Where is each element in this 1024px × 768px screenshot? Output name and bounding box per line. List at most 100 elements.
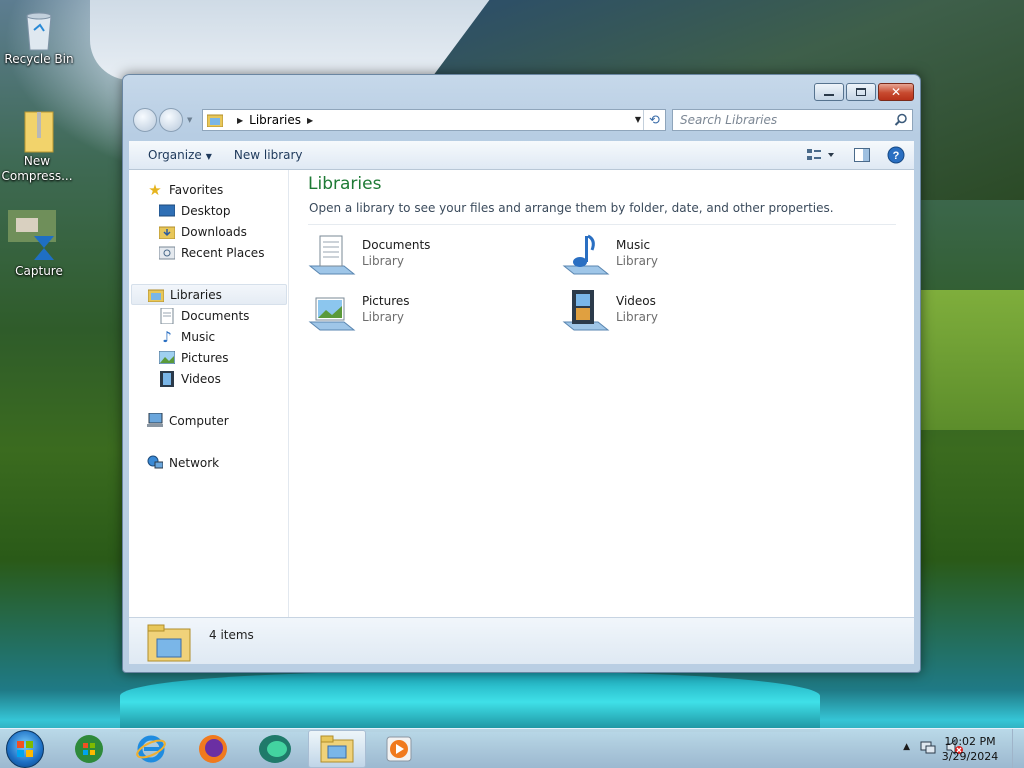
nav-label: Videos [181,371,221,386]
network-status-icon[interactable] [920,739,936,755]
nav-label: Desktop [181,203,231,218]
preview-pane-icon [854,148,870,162]
close-icon: ✕ [890,85,902,99]
library-music[interactable]: Music Library [562,232,802,282]
recycle-bin-icon [19,8,59,51]
nav-videos[interactable]: Videos [159,368,221,389]
divider [308,224,896,225]
content-pane: Libraries Open a library to see your fil… [290,170,914,617]
nav-label: Recent Places [181,245,265,260]
taskbar-media-center[interactable] [60,730,118,768]
taskbar-firefox[interactable] [184,730,242,768]
edge-icon [259,735,291,763]
window-controls: ✕ [814,83,914,101]
help-icon: ? [887,146,905,164]
help-button[interactable]: ? [886,145,906,165]
library-videos[interactable]: Videos Library [562,288,802,338]
nav-label: Documents [181,308,250,323]
downloads-icon [159,224,175,240]
nav-downloads[interactable]: Downloads [159,221,247,242]
library-type: Library [362,254,404,268]
clock-time: 10:02 PM [944,735,996,748]
library-pictures[interactable]: Pictures Library [308,288,548,338]
page-subtitle: Open a library to see your files and arr… [309,201,834,215]
breadcrumb-libraries[interactable]: Libraries [249,113,301,127]
nav-desktop[interactable]: Desktop [159,200,231,221]
library-type: Library [616,310,658,324]
library-documents[interactable]: Documents Library [308,232,548,282]
zip-folder-icon [19,110,59,153]
show-desktop-button[interactable] [1012,729,1024,768]
start-button[interactable] [6,730,44,768]
taskbar-internet-explorer[interactable] [122,730,180,768]
library-name: Pictures [362,294,410,308]
navigation-row: ▼ ▶ Libraries ▶ ▼ ⟲ Search Libraries [131,106,913,133]
back-button[interactable] [133,108,157,132]
minimize-button[interactable] [814,83,844,101]
nav-label: Favorites [169,182,224,197]
minimize-icon [824,88,834,96]
nav-pictures[interactable]: Pictures [159,347,229,368]
recent-pages-dropdown[interactable]: ▼ [187,116,194,124]
forward-button[interactable] [159,108,183,132]
nav-label: Music [181,329,216,344]
network-icon [147,455,163,471]
address-dropdown-icon[interactable]: ▼ [635,115,641,124]
item-count: 4 items [209,628,254,642]
library-type: Library [616,254,658,268]
library-name: Videos [616,294,656,308]
taskbar-media-player[interactable] [370,730,428,768]
search-icon[interactable] [894,113,908,127]
firefox-icon [199,735,227,763]
show-hidden-icons-icon[interactable]: ▲ [903,742,910,752]
preview-pane-button[interactable] [852,145,872,165]
desktop-icon-compressed-folder[interactable]: New Compress... [1,110,77,184]
videos-library-icon [562,290,610,331]
organize-label: Organize [148,148,202,162]
nav-music[interactable]: ♪ Music [159,326,215,347]
documents-icon [159,307,175,324]
videos-icon [159,370,175,387]
clock[interactable]: 10:02 PM 3/29/2024 [940,734,1000,764]
desktop-icon-recycle-bin[interactable]: Recycle Bin [1,8,77,67]
music-note-icon: ♪ [162,327,172,346]
chevron-down-icon: ▼ [205,152,212,161]
star-icon: ★ [148,180,162,199]
breadcrumb-arrow-icon[interactable]: ▶ [237,116,243,125]
windows-explorer-icon [320,735,354,763]
maximize-button[interactable] [846,83,876,101]
nav-label: Network [169,455,220,470]
view-options-icon [807,149,834,160]
organize-button[interactable]: Organize ▼ [139,148,221,162]
command-bar: Organize ▼ New library ? [129,141,914,170]
windows-logo-icon [17,741,33,757]
desktop-icon-label: Recycle Bin [4,52,74,66]
taskbar-edge[interactable] [246,730,304,768]
pictures-library-icon [308,297,356,331]
taskbar-windows-explorer[interactable] [308,730,366,768]
nav-computer[interactable]: Computer [147,410,229,431]
desktop-icon-capture[interactable]: Capture [1,208,77,279]
close-button[interactable]: ✕ [878,83,914,101]
nav-network[interactable]: Network [147,452,219,473]
new-library-button[interactable]: New library [225,148,312,162]
nav-favorites[interactable]: ★ Favorites [147,179,223,200]
library-type: Library [362,310,404,324]
clock-date: 3/29/2024 [941,750,999,763]
nav-documents[interactable]: Documents [159,305,249,326]
navigation-pane: ★ Favorites Desktop Downloads Recent Pla… [129,170,289,617]
refresh-icon[interactable]: ⟲ [643,110,665,130]
toolbar-right: ? [804,145,906,165]
new-library-label: New library [233,148,303,162]
address-bar[interactable]: ▶ Libraries ▶ ▼ ⟲ [202,109,666,131]
desktop-icon-label: New Compress... [1,154,73,183]
explorer-window: ✕ ▼ ▶ Libraries ▶ ▼ ⟲ Search Libraries O… [122,74,921,673]
change-view-button[interactable] [804,145,838,165]
nav-recent-places[interactable]: Recent Places [159,242,264,263]
nav-libraries[interactable]: Libraries [131,284,287,305]
breadcrumb-arrow-icon[interactable]: ▶ [307,116,313,125]
maximize-icon [856,88,866,96]
music-library-icon [562,234,610,275]
search-input[interactable]: Search Libraries [672,109,913,131]
internet-explorer-icon [136,735,166,763]
